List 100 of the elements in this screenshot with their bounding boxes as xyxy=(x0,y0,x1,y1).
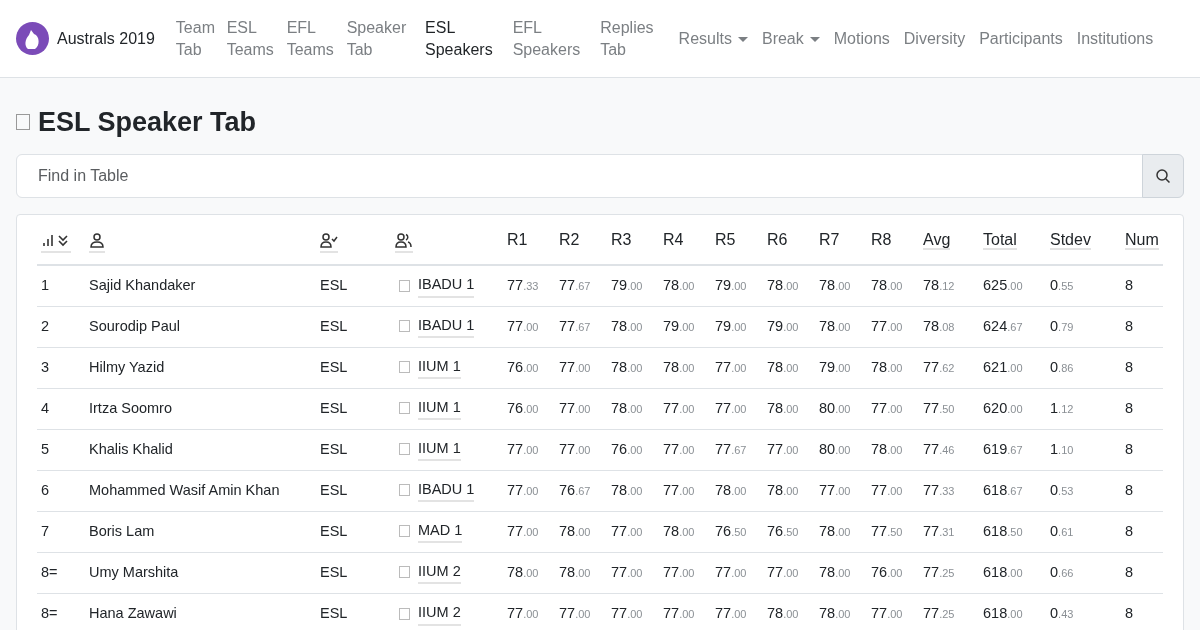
column-header[interactable]: R2 xyxy=(559,230,580,248)
nav-link[interactable]: Replies Tab xyxy=(595,16,670,61)
score-value: 620.00 xyxy=(983,400,1023,416)
score-value: 1.12 xyxy=(1050,400,1074,416)
column-header[interactable]: R1 xyxy=(507,230,528,248)
category-value: ESL xyxy=(320,318,348,334)
score-value: 77.00 xyxy=(715,605,747,622)
score-value: 77.00 xyxy=(611,605,643,622)
rank-value: 6 xyxy=(41,482,50,498)
score-value: 1.10 xyxy=(1050,441,1074,457)
score-value: 76.50 xyxy=(715,523,747,539)
nav-link[interactable]: Team Tab xyxy=(170,16,218,61)
team-link[interactable]: IIUM 1 xyxy=(418,396,461,421)
score-value: 79.00 xyxy=(715,277,747,294)
speaker-name: Hana Zawawi xyxy=(89,605,177,622)
nav-link[interactable]: EFL Speakers xyxy=(507,16,592,61)
score-value: 78.00 xyxy=(559,564,591,580)
column-header[interactable]: R6 xyxy=(767,230,788,248)
score-value: 0.66 xyxy=(1050,564,1074,580)
brand-link[interactable]: Australs 2019 xyxy=(16,22,155,55)
column-header[interactable]: R8 xyxy=(871,230,892,248)
score-value: 77.00 xyxy=(507,318,539,334)
team-link[interactable]: IIUM 1 xyxy=(418,437,461,462)
score-value: 78.00 xyxy=(871,277,903,294)
nav-link[interactable]: ESL Speakers xyxy=(420,16,504,61)
square-icon xyxy=(399,279,410,292)
score-value: 79.00 xyxy=(767,318,799,334)
team-link[interactable]: IIUM 1 xyxy=(418,355,461,380)
nav-link[interactable]: ESL Teams xyxy=(221,16,278,61)
score-value: 78.00 xyxy=(611,400,643,416)
column-header[interactable]: Total xyxy=(983,230,1017,250)
score-value: 0.55 xyxy=(1050,277,1074,294)
rank-value: 7 xyxy=(41,523,50,539)
score-value: 77.00 xyxy=(663,441,695,457)
score-value: 77.00 xyxy=(715,564,747,580)
person-check-icon[interactable] xyxy=(320,231,338,253)
speaker-name: Mohammed Wasif Amin Khan xyxy=(89,482,280,498)
rank-value: 4 xyxy=(41,400,50,416)
score-value: 77.46 xyxy=(923,441,955,457)
score-value: 77.00 xyxy=(715,400,747,416)
column-header[interactable]: Stdev xyxy=(1050,230,1091,250)
score-value: 0.43 xyxy=(1050,605,1074,622)
column-header[interactable]: R5 xyxy=(715,230,736,248)
rank-value: 1 xyxy=(41,277,50,294)
square-icon xyxy=(16,114,30,131)
score-value: 77.33 xyxy=(923,482,955,498)
nav-link[interactable]: Speaker Tab xyxy=(341,16,417,61)
score-value: 77.00 xyxy=(611,564,643,580)
column-header[interactable]: Num xyxy=(1125,230,1159,250)
column-header[interactable]: Avg xyxy=(923,230,951,250)
team-link[interactable]: IBADU 1 xyxy=(418,478,475,503)
score-value: 76.00 xyxy=(871,564,903,580)
score-value: 77.00 xyxy=(767,564,799,580)
score-value: 78.00 xyxy=(767,400,799,416)
person-icon[interactable] xyxy=(89,231,105,253)
column-header[interactable]: R4 xyxy=(663,230,684,248)
column-header[interactable]: R3 xyxy=(611,230,632,248)
score-value: 78.00 xyxy=(611,318,643,334)
nav-link[interactable]: Motions xyxy=(828,27,895,50)
nav-link[interactable]: Break xyxy=(756,27,825,50)
category-value: ESL xyxy=(320,359,348,375)
score-value: 76.00 xyxy=(611,441,643,457)
square-icon xyxy=(399,525,410,538)
team-link[interactable]: IIUM 2 xyxy=(418,601,461,626)
score-value: 78.00 xyxy=(767,359,799,375)
nav-link[interactable]: Diversity xyxy=(898,27,971,50)
score-value: 77.33 xyxy=(507,277,539,294)
score-value: 8 xyxy=(1125,277,1134,294)
people-icon[interactable] xyxy=(395,231,413,253)
score-value: 76.00 xyxy=(507,359,539,375)
speaker-name: Umy Marshita xyxy=(89,564,179,580)
nav-link[interactable]: Participants xyxy=(974,27,1068,50)
square-icon xyxy=(399,607,410,620)
team-link[interactable]: IBADU 1 xyxy=(418,314,475,339)
column-header[interactable]: R7 xyxy=(819,230,840,248)
square-icon xyxy=(399,361,410,374)
speaker-name: Irtza Soomro xyxy=(89,400,172,416)
category-value: ESL xyxy=(320,564,348,580)
score-value: 78.12 xyxy=(923,277,955,294)
score-value: 77.25 xyxy=(923,564,955,580)
search-icon xyxy=(1155,168,1171,185)
nav-link[interactable]: EFL Teams xyxy=(281,16,338,61)
score-value: 8 xyxy=(1125,318,1134,334)
speaker-name: Boris Lam xyxy=(89,523,155,539)
score-value: 77.31 xyxy=(923,523,955,539)
team-link[interactable]: MAD 1 xyxy=(418,519,463,544)
nav-link[interactable]: Institutions xyxy=(1071,27,1159,50)
search-button[interactable] xyxy=(1142,154,1184,199)
category-value: ESL xyxy=(320,400,348,416)
score-value: 77.67 xyxy=(715,441,747,457)
team-link[interactable]: IIUM 2 xyxy=(418,560,461,585)
score-value: 0.86 xyxy=(1050,359,1074,375)
score-value: 77.00 xyxy=(871,318,903,334)
search-field[interactable]: Find in Table xyxy=(16,154,1143,199)
score-value: 79.00 xyxy=(611,277,643,294)
score-value: 79.00 xyxy=(715,318,747,334)
rank-value: 8= xyxy=(41,564,58,580)
score-value: 77.00 xyxy=(819,482,851,498)
nav-link[interactable]: Results xyxy=(673,27,753,50)
team-link[interactable]: IBADU 1 xyxy=(418,273,475,298)
